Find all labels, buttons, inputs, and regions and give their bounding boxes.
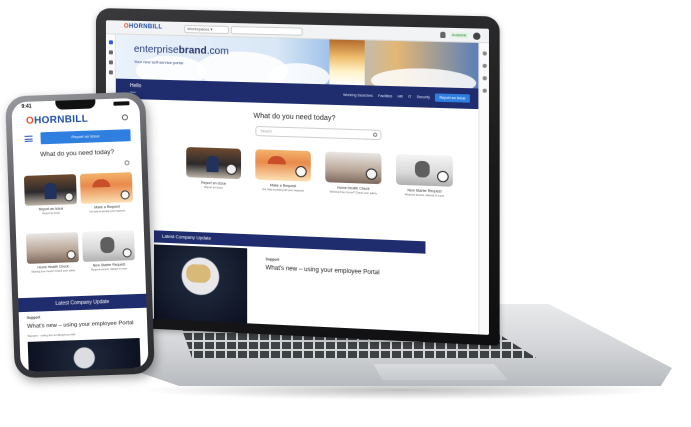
rail-icon-1[interactable]	[482, 51, 487, 56]
device-mockup: OHORNBILL Workspaces ▾ Available enterpr…	[0, 0, 691, 427]
rail-icon-4[interactable]	[482, 88, 487, 93]
status-badge[interactable]: Available	[449, 31, 469, 39]
phone-screen: 9:41 OHORNBILL Report an Issue What do y…	[11, 97, 149, 373]
bell-icon[interactable]	[440, 31, 446, 39]
battery-icon	[113, 101, 130, 106]
card-new-starter[interactable]: New Starter Request Request access, lapt…	[396, 153, 453, 198]
nav-link-working-searches[interactable]: Working Searches	[343, 93, 373, 98]
nav-links: Working Searches Facilities HR IT Securi…	[343, 91, 470, 103]
card-make-request[interactable]: Make a Request Get help browsing all you…	[255, 149, 311, 193]
laptop-trackpad	[373, 364, 508, 380]
laptop-lid: OHORNBILL Workspaces ▾ Available enterpr…	[96, 8, 500, 346]
grid-icon[interactable]	[108, 60, 113, 65]
warning-icon	[225, 163, 237, 175]
avatar[interactable]	[473, 32, 481, 40]
apps-icon[interactable]	[108, 50, 113, 55]
phone: 9:41 OHORNBILL Report an Issue What do y…	[5, 91, 155, 379]
search-icon[interactable]	[373, 132, 378, 137]
nav-link-hr[interactable]: HR	[398, 94, 403, 98]
rail-icon-3[interactable]	[482, 76, 487, 81]
request-icon	[120, 190, 130, 200]
home-icon[interactable]	[108, 40, 113, 45]
hornbill-logo-mobile[interactable]: OHORNBILL	[26, 114, 89, 127]
search-icon[interactable]	[121, 114, 129, 121]
page-title-mobile: What do you need today?	[40, 148, 115, 159]
rocket-image	[329, 39, 365, 86]
search-placeholder: Search	[260, 129, 272, 134]
astronaut-image	[153, 244, 248, 324]
right-rail	[478, 42, 489, 335]
news-category: Support	[265, 257, 280, 262]
nav-link-facilities[interactable]: Facilities	[378, 94, 392, 99]
workspace-selector[interactable]: Workspaces ▾	[184, 24, 229, 35]
settings-icon[interactable]	[108, 70, 113, 75]
laptop-screen: OHORNBILL Workspaces ▾ Available enterpr…	[105, 20, 489, 335]
card-home-health-mobile[interactable]: Home Health Check Working from home? Che…	[25, 232, 79, 274]
news-title-link-mobile[interactable]: What's new – using your employee Portal	[27, 320, 134, 330]
page-title: What do you need today?	[253, 112, 336, 123]
menu-icon[interactable]	[24, 135, 33, 142]
search-input[interactable]: Search	[255, 125, 382, 141]
health-icon	[66, 250, 76, 260]
request-icon	[295, 165, 307, 178]
warning-icon	[64, 192, 74, 202]
user-add-icon	[122, 248, 132, 258]
toolbar-right: Available	[440, 30, 481, 41]
user-add-icon	[437, 170, 449, 183]
report-issue-button[interactable]: Report an Issue	[435, 93, 470, 103]
greeting: Hello	[129, 82, 142, 90]
card-report-issue-mobile[interactable]: Report an Issue Report an Issue	[23, 174, 77, 216]
global-search-input[interactable]	[230, 26, 303, 36]
news-category-mobile: Support	[26, 315, 41, 320]
service-cards: Report an Issue Report an Issue Make a R…	[186, 146, 455, 228]
card-new-starter-mobile[interactable]: New Starter Request Request access, lapt…	[81, 230, 135, 272]
news-title-link[interactable]: What's new – using your employee Portal	[266, 265, 380, 276]
card-make-request-mobile[interactable]: Make a Request Get help browsing your re…	[79, 172, 133, 214]
hornbill-logo[interactable]: OHORNBILL	[124, 24, 162, 31]
health-icon	[365, 168, 378, 180]
card-home-health-check[interactable]: Home Health Check Working from home? Che…	[325, 151, 382, 196]
report-issue-button-mobile[interactable]: Report an Issue	[40, 129, 131, 145]
status-time: 9:41	[21, 103, 32, 110]
astronaut-image-mobile	[27, 337, 141, 372]
rail-icon-2[interactable]	[482, 63, 487, 68]
news-subtitle-mobile: Support · using the employee portal	[27, 332, 76, 338]
search-icon-mobile[interactable]	[124, 160, 130, 166]
latest-update-header-mobile: Latest Company Update	[18, 293, 147, 313]
brand-name: enterprisebrand.com	[133, 43, 229, 58]
nav-link-it[interactable]: IT	[408, 95, 411, 99]
nav-link-security[interactable]: Security	[417, 95, 430, 99]
card-report-issue[interactable]: Report an Issue Report an Issue	[186, 146, 242, 190]
phone-notch	[55, 99, 96, 110]
